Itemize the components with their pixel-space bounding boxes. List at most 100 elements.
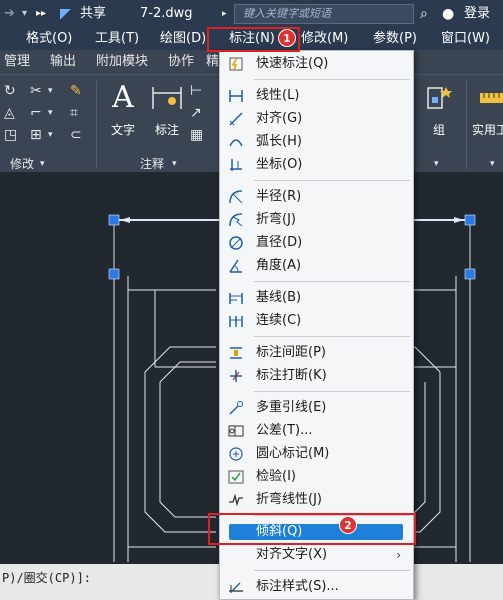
leader-icon[interactable]: ↗ bbox=[190, 105, 202, 121]
redo-arrow-icon[interactable]: ➔ bbox=[4, 0, 15, 28]
menu-draw[interactable]: 绘图(D) bbox=[160, 28, 206, 50]
search-input[interactable]: 键入关键字或短语 bbox=[234, 4, 414, 24]
menu-item-aligned[interactable]: 对齐(G) bbox=[220, 108, 413, 130]
trim-icon[interactable]: ✂ bbox=[30, 83, 42, 99]
panel-label-modify[interactable]: 修改 bbox=[10, 155, 34, 173]
offset-icon[interactable]: ⊂ bbox=[70, 127, 82, 143]
share-label[interactable]: 共享 bbox=[80, 0, 106, 28]
tab-featured[interactable]: 精 bbox=[206, 50, 219, 74]
tab-output[interactable]: 输出 bbox=[50, 50, 76, 74]
chevron-down-icon[interactable]: ▾ bbox=[22, 0, 27, 28]
text-button-label[interactable]: 文字 bbox=[108, 121, 138, 138]
chevron-down-icon[interactable]: ▾ bbox=[48, 83, 53, 99]
mirror-icon[interactable]: ◬ bbox=[4, 105, 15, 121]
tab-manage[interactable]: 管理 bbox=[4, 50, 30, 74]
double-chevron-icon[interactable]: ▸▸ bbox=[36, 0, 46, 28]
array-icon[interactable]: ⊞ bbox=[30, 127, 42, 143]
menu-item-label: 标注打断(K) bbox=[256, 368, 327, 383]
menu-item-label: 线性(L) bbox=[256, 88, 300, 103]
jogged-linear-icon bbox=[228, 492, 244, 508]
group-button-label[interactable]: 组 bbox=[424, 121, 454, 138]
menu-item-diameter[interactable]: 直径(D) bbox=[220, 232, 413, 254]
linear-dim-icon[interactable]: ⊢ bbox=[190, 83, 202, 99]
explode-icon[interactable]: ⌗ bbox=[70, 105, 78, 121]
chevron-down-icon[interactable]: ▾ bbox=[434, 155, 439, 173]
menu-item-label: 标注样式(S)... bbox=[256, 579, 339, 594]
menu-item-jogged[interactable]: 折弯(J) bbox=[220, 209, 413, 231]
tab-collaborate[interactable]: 协作 bbox=[168, 50, 194, 74]
menu-item-center-mark[interactable]: 圆心标记(M) bbox=[220, 443, 413, 465]
dim-button-label[interactable]: 标注 bbox=[150, 121, 184, 138]
menu-item-angular[interactable]: 角度(A) bbox=[220, 255, 413, 277]
menu-item-dimension-space[interactable]: 标注间距(P) bbox=[220, 342, 413, 364]
menu-format[interactable]: 格式(O) bbox=[26, 28, 72, 50]
chevron-down-icon[interactable]: ▾ bbox=[490, 155, 495, 173]
chevron-down-icon[interactable]: ▾ bbox=[40, 155, 45, 173]
menu-item-label: 基线(B) bbox=[256, 290, 302, 305]
center-mark-icon bbox=[228, 446, 244, 462]
dimension-icon[interactable] bbox=[150, 83, 184, 113]
menu-item-dimension-break[interactable]: 标注打断(K) bbox=[220, 365, 413, 387]
menu-item-inspection[interactable]: 检验(I) bbox=[220, 466, 413, 488]
tolerance-icon bbox=[228, 423, 244, 439]
annotation-badge-2: 2 bbox=[339, 516, 357, 534]
panel-label-annotation[interactable]: 注释 bbox=[140, 155, 164, 173]
ribbon-separator bbox=[466, 81, 467, 169]
menu-item-label: 坐标(O) bbox=[256, 157, 303, 172]
menu-parametric[interactable]: 参数(P) bbox=[373, 28, 417, 50]
menu-item-align-text[interactable]: 对齐文字(X) › bbox=[220, 544, 413, 566]
annotation-box-2 bbox=[208, 513, 416, 545]
menu-item-ordinate[interactable]: 坐标(O) bbox=[220, 154, 413, 176]
arrow-right-icon[interactable]: ▸ bbox=[222, 0, 227, 28]
menu-item-jogged-linear[interactable]: 折弯线性(J) bbox=[220, 489, 413, 511]
jogged-icon bbox=[228, 212, 244, 228]
user-icon[interactable]: ● bbox=[442, 0, 454, 28]
search-icon[interactable]: ⌕ bbox=[420, 0, 428, 28]
menu-item-arc-length[interactable]: 弧长(H) bbox=[220, 131, 413, 153]
menu-item-baseline[interactable]: 基线(B) bbox=[220, 287, 413, 309]
menu-item-multileader[interactable]: 多重引线(E) bbox=[220, 397, 413, 419]
inspection-icon bbox=[228, 469, 244, 485]
menu-separator bbox=[254, 336, 410, 337]
menu-item-linear[interactable]: 线性(L) bbox=[220, 85, 413, 107]
menu-item-label: 检验(I) bbox=[256, 469, 296, 484]
arc-length-icon bbox=[228, 134, 244, 150]
menu-modify[interactable]: 修改(M) bbox=[301, 28, 348, 50]
menu-item-continue[interactable]: 连续(C) bbox=[220, 310, 413, 332]
utility-button-label[interactable]: 实用工 bbox=[472, 121, 503, 138]
menu-item-label: 半径(R) bbox=[256, 189, 302, 204]
menu-separator bbox=[254, 570, 410, 571]
share-icon[interactable]: ◤ bbox=[60, 0, 71, 28]
menu-item-radius[interactable]: 半径(R) bbox=[220, 186, 413, 208]
fillet-icon[interactable]: ⌐ bbox=[30, 105, 42, 121]
chevron-down-icon[interactable]: ▾ bbox=[172, 155, 177, 173]
menu-item-label: 多重引线(E) bbox=[256, 400, 327, 415]
tab-addins[interactable]: 附加模块 bbox=[96, 50, 148, 74]
menu-separator bbox=[254, 391, 410, 392]
chevron-down-icon[interactable]: ▾ bbox=[48, 105, 53, 121]
erase-icon[interactable]: ✎ bbox=[70, 83, 82, 99]
scale-icon[interactable]: ◳ bbox=[4, 127, 17, 143]
group-icon[interactable] bbox=[424, 83, 454, 113]
text-icon[interactable]: A bbox=[108, 81, 138, 115]
chevron-down-icon[interactable]: ▾ bbox=[48, 127, 53, 143]
menu-item-tolerance[interactable]: 公差(T)... bbox=[220, 420, 413, 442]
ordinate-icon bbox=[228, 157, 244, 173]
menu-window[interactable]: 窗口(W) bbox=[441, 28, 490, 50]
angular-icon bbox=[228, 258, 244, 274]
menu-tools[interactable]: 工具(T) bbox=[95, 28, 139, 50]
menu-separator bbox=[254, 79, 410, 80]
menu-item-label: 圆心标记(M) bbox=[256, 446, 330, 461]
menu-item-label: 折弯线性(J) bbox=[256, 492, 322, 507]
quick-dimension-icon bbox=[228, 56, 244, 72]
menu-item-dimension-style[interactable]: 标注样式(S)... bbox=[220, 576, 413, 598]
linear-dimension-icon bbox=[228, 88, 244, 104]
table-icon[interactable]: ▦ bbox=[190, 127, 203, 143]
login-link[interactable]: 登录 bbox=[464, 0, 490, 28]
menu-item-label: 标注间距(P) bbox=[256, 345, 326, 360]
menu-item-label: 角度(A) bbox=[256, 258, 302, 273]
menu-item-quick-dimension[interactable]: 快速标注(Q) bbox=[220, 53, 413, 75]
ruler-icon[interactable] bbox=[478, 83, 503, 113]
rotate-icon[interactable]: ↻ bbox=[4, 83, 16, 99]
baseline-icon bbox=[228, 290, 244, 306]
